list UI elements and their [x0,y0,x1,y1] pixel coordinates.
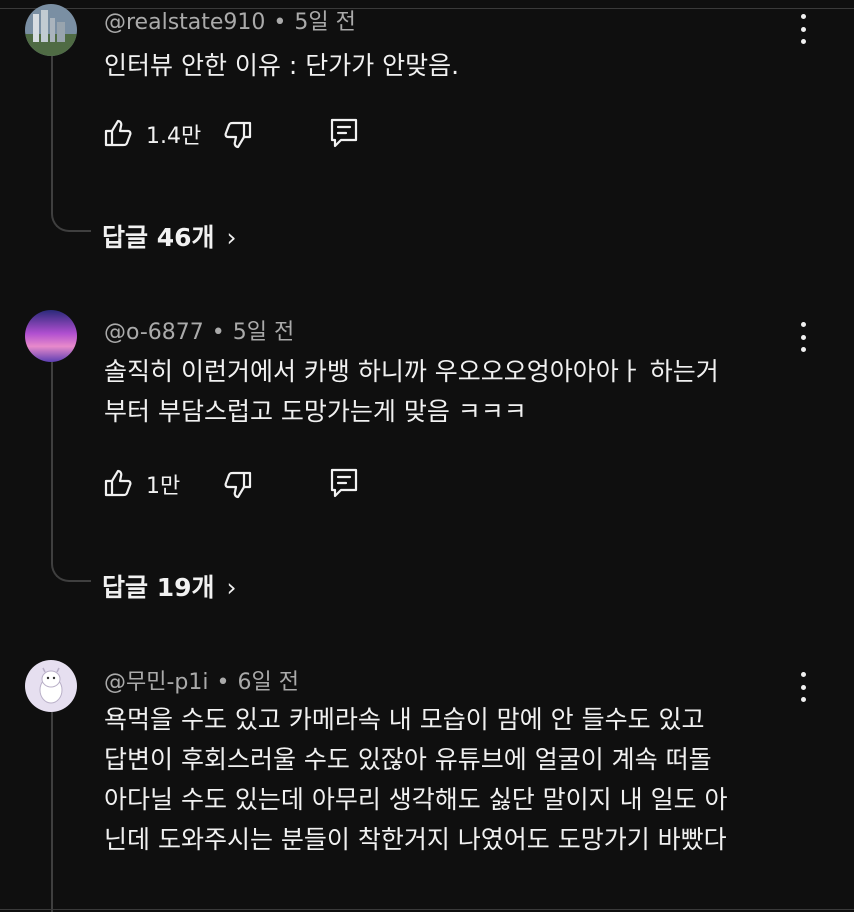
meta-separator: • [216,670,230,695]
kebab-menu-icon[interactable] [793,14,813,44]
meta-separator: • [273,10,287,35]
comments-screen: @realstate910 • 5일 전 인터뷰 안한 이유 : 단가가 안맞음. … [0,0,854,912]
thumb-down-icon[interactable] [222,119,254,151]
thread-line [51,712,53,912]
replies-label: 답글 19개 [102,573,215,602]
meta-separator: • [211,320,225,345]
comment-line: 닌데 도와주시는 분들이 착한거지 나였어도 도망가기 바빴다 [104,825,727,854]
comment-text: 솔직히 이런거에서 카뱅 하니까 우오오오엉아아아ㅏ 하는거 부터 부담스럽고 … [104,352,719,432]
chevron-right-icon: › [226,223,237,252]
thread-curve [51,210,91,232]
comment-meta: @realstate910 • 5일 전 [104,4,356,36]
like-count: 1만 [146,474,181,499]
kebab-menu-icon[interactable] [793,672,813,702]
comment-line: 인터뷰 안한 이유 : 단가가 안맞음. [104,51,460,80]
chevron-right-icon: › [226,573,237,602]
comment-text: 인터뷰 안한 이유 : 단가가 안맞음. [104,46,459,86]
reply-icon[interactable] [329,467,359,499]
author-name[interactable]: @무민-p1i [104,670,209,695]
comment-time[interactable]: 6일 전 [237,670,298,695]
thumb-down-icon[interactable] [222,469,254,501]
comment-line: 아다닐 수도 있는데 아무리 생각해도 싫단 말이지 내 일도 아 [104,785,728,814]
avatar[interactable] [25,310,77,362]
avatar[interactable] [25,660,77,712]
reply-icon[interactable] [329,117,359,149]
thread-curve [51,560,91,582]
thumb-up-icon[interactable] [102,117,134,149]
author-name[interactable]: @realstate910 [104,10,265,35]
comment-line: 욕먹을 수도 있고 카메라속 내 모습이 맘에 안 들수도 있고 [104,705,705,734]
comment-line: 솔직히 이런거에서 카뱅 하니까 우오오오엉아아아ㅏ 하는거 [104,357,719,386]
comment-text: 욕먹을 수도 있고 카메라속 내 모습이 맘에 안 들수도 있고 답변이 후회스… [104,700,728,860]
author-name[interactable]: @o-6877 [104,320,204,345]
comment-meta: @o-6877 • 5일 전 [104,314,294,346]
comment-line: 부터 부담스럽고 도망가는게 맞음 ㅋㅋㅋ [104,397,527,426]
thumb-up-icon[interactable] [102,467,134,499]
like-count: 1.4만 [146,124,202,149]
thread-line [51,362,53,562]
kebab-menu-icon[interactable] [793,322,813,352]
comment-time[interactable]: 5일 전 [294,10,355,35]
view-replies-button[interactable]: 답글 46개 › [102,218,237,254]
comment-meta: @무민-p1i • 6일 전 [104,664,299,696]
replies-label: 답글 46개 [102,223,215,252]
avatar[interactable] [25,4,77,56]
bottom-divider [0,909,854,910]
thread-line [51,56,53,212]
comment-line: 답변이 후회스러울 수도 있잖아 유튜브에 얼굴이 계속 떠돌 [104,745,712,774]
view-replies-button[interactable]: 답글 19개 › [102,568,237,604]
comment-time[interactable]: 5일 전 [233,320,294,345]
